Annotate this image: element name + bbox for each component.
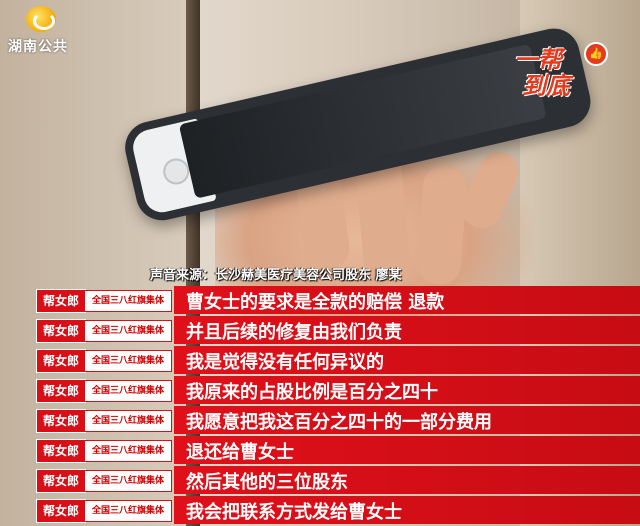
bangnvlang-tag: 帮女郎 [36, 469, 86, 493]
subtitle-text: 我是觉得没有任何异议的 [186, 352, 384, 373]
honor-badge: 全国三八红旗集体 [84, 380, 172, 402]
show-logo: 一帮 到底 👍 [514, 40, 610, 100]
station-logo: 湖南公共 [8, 6, 78, 58]
station-name: 湖南公共 [8, 39, 68, 55]
subtitle-bar: 我愿意把我这百分之四十的一部分费用 [174, 406, 640, 434]
subtitle-row: 帮女郎 全国三八红旗集体 我原来的占股比例是百分之四十 [28, 376, 640, 404]
subtitle-bar: 曹女士的要求是全款的赔偿 退款 [174, 286, 640, 314]
bangnvlang-tag: 帮女郎 [36, 289, 86, 313]
show-logo-line2: 到底 [522, 72, 570, 100]
bangnvlang-tag: 帮女郎 [36, 349, 86, 373]
subtitle-text: 然后其他的三位股东 [186, 472, 348, 493]
subtitle-bar: 我原来的占股比例是百分之四十 [174, 376, 640, 404]
honor-badge: 全国三八红旗集体 [84, 440, 172, 462]
subtitle-row: 帮女郎 全国三八红旗集体 我会把联系方式发给曹女士 [28, 496, 640, 524]
subtitle-bar: 我会把联系方式发给曹女士 [174, 496, 640, 524]
subtitle-text: 我原来的占股比例是百分之四十 [186, 382, 438, 403]
bangnvlang-tag: 帮女郎 [36, 409, 86, 433]
subtitle-row: 帮女郎 全国三八红旗集体 我是觉得没有任何异议的 [28, 346, 640, 374]
subtitle-row: 帮女郎 全国三八红旗集体 退还给曹女士 [28, 436, 640, 464]
bangnvlang-tag: 帮女郎 [36, 439, 86, 463]
thumbs-up-icon: 👍 [584, 42, 608, 66]
subtitle-text: 并且后续的修复由我们负责 [186, 322, 402, 343]
subtitle-text: 曹女士的要求是全款的赔偿 退款 [186, 292, 445, 313]
subtitle-row: 帮女郎 全国三八红旗集体 并且后续的修复由我们负责 [28, 316, 640, 344]
subtitle-text: 退还给曹女士 [186, 442, 294, 463]
subtitle-row: 帮女郎 全国三八红旗集体 我愿意把我这百分之四十的一部分费用 [28, 406, 640, 434]
honor-badge: 全国三八红旗集体 [84, 350, 172, 372]
subtitle-row: 帮女郎 全国三八红旗集体 然后其他的三位股东 [28, 466, 640, 494]
subtitle-bar: 我是觉得没有任何异议的 [174, 346, 640, 374]
subtitle-text: 我愿意把我这百分之四十的一部分费用 [186, 412, 492, 433]
honor-badge: 全国三八红旗集体 [84, 500, 172, 522]
bangnvlang-tag: 帮女郎 [36, 499, 86, 523]
hunan-tv-logo-icon [26, 6, 56, 32]
honor-badge: 全国三八红旗集体 [84, 410, 172, 432]
bangnvlang-tag: 帮女郎 [36, 379, 86, 403]
finger [415, 163, 469, 287]
subtitle-bar: 然后其他的三位股东 [174, 466, 640, 494]
subtitle-row: 帮女郎 全国三八红旗集体 曹女士的要求是全款的赔偿 退款 [28, 286, 640, 314]
honor-badge: 全国三八红旗集体 [84, 290, 172, 312]
honor-badge: 全国三八红旗集体 [84, 320, 172, 342]
subtitle-text: 我会把联系方式发给曹女士 [186, 502, 402, 523]
source-caption: 声音来源：长沙赫美医疗美容公司股东 廖某 [150, 268, 402, 283]
honor-badge: 全国三八红旗集体 [84, 470, 172, 492]
subtitle-bar: 退还给曹女士 [174, 436, 640, 464]
subtitle-bar: 并且后续的修复由我们负责 [174, 316, 640, 344]
bangnvlang-tag: 帮女郎 [36, 319, 86, 343]
